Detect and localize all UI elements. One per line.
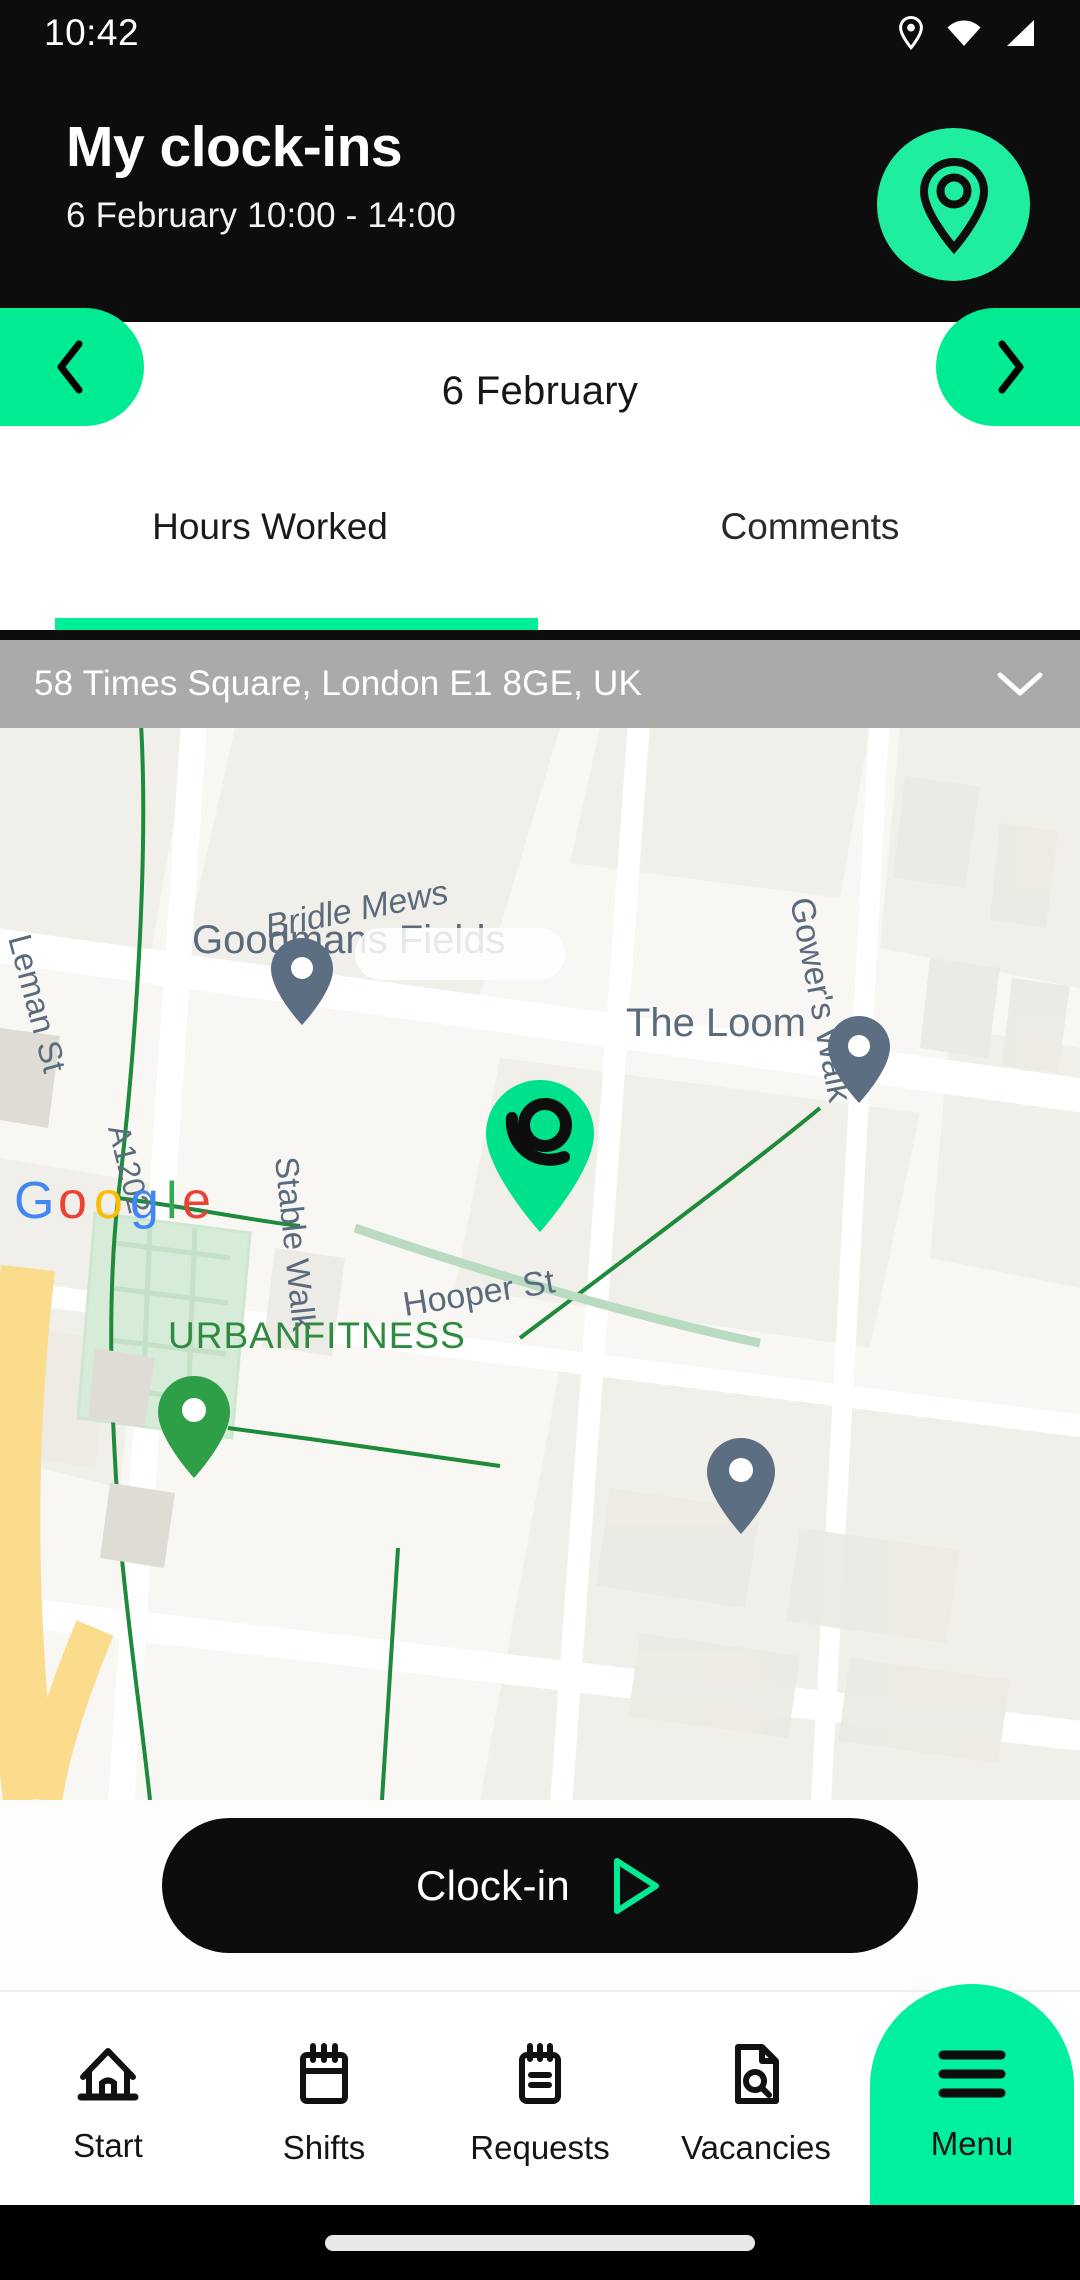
- phone-screen: 10:42 My clock-ins 6 February 10:00 - 14…: [0, 0, 1080, 2280]
- header-text-group: My clock-ins 6 February 10:00 - 14:00: [66, 115, 457, 236]
- map-canvas: Bridle Mews Gower's Walk Goodmans Fields…: [0, 728, 1080, 1800]
- bottom-navigation-bar: Start Shifts Requests Vacancies Menu: [0, 1990, 1080, 2205]
- date-navigation-bar: 6 February: [0, 308, 1080, 460]
- svg-text:G: G: [14, 1172, 54, 1230]
- google-attribution: G o o g l e: [14, 1172, 211, 1230]
- notepad-icon: [519, 2042, 561, 2104]
- chevron-left-icon: [57, 340, 83, 394]
- address-value: 58 Times Square, London E1 8GE, UK: [34, 664, 642, 703]
- page-subtitle: 6 February 10:00 - 14:00: [66, 195, 457, 235]
- tab-label: Hours Worked: [152, 506, 388, 547]
- gesture-navigation-bar: [0, 2205, 1080, 2280]
- location-pin-icon: [919, 157, 988, 254]
- nav-label: Requests: [470, 2128, 610, 2166]
- clock-in-section: Clock-in: [0, 1800, 1080, 1990]
- status-time: 10:42: [44, 12, 140, 53]
- clock-in-button[interactable]: Clock-in: [162, 1818, 918, 1953]
- chevron-right-icon: [998, 340, 1024, 394]
- nav-item-start[interactable]: Start: [0, 1992, 216, 2205]
- calendar-icon: [300, 2042, 348, 2104]
- current-date-label: 6 February: [441, 368, 639, 413]
- location-pin-icon: [899, 16, 923, 50]
- address-dropdown[interactable]: 58 Times Square, London E1 8GE, UK: [0, 640, 1080, 728]
- svg-text:o: o: [58, 1172, 87, 1230]
- page-title: My clock-ins: [66, 115, 403, 179]
- nav-item-menu[interactable]: Menu: [864, 1992, 1080, 2205]
- nav-label: Shifts: [282, 2128, 366, 2166]
- tab-bar: Hours Worked Comments: [0, 460, 1080, 630]
- nav-label: Start: [73, 2126, 143, 2164]
- active-tab-indicator: [55, 618, 538, 630]
- svg-text:l: l: [166, 1172, 178, 1230]
- home-icon: [77, 2047, 139, 2100]
- tab-comments[interactable]: Comments: [540, 460, 1080, 630]
- page-header: My clock-ins 6 February 10:00 - 14:00: [0, 66, 1080, 322]
- gesture-pill[interactable]: [325, 2234, 755, 2251]
- play-icon: [614, 1857, 660, 1914]
- next-date-button[interactable]: [936, 308, 1080, 426]
- nav-label: Menu: [930, 2124, 1014, 2162]
- map-view[interactable]: Bridle Mews Gower's Walk Goodmans Fields…: [0, 728, 1080, 1800]
- clock-in-label: Clock-in: [415, 1861, 571, 1909]
- hamburger-icon: [938, 2050, 1006, 2097]
- previous-date-button[interactable]: [0, 308, 144, 426]
- wifi-icon: [947, 20, 981, 46]
- nav-item-vacancies[interactable]: Vacancies: [648, 1992, 864, 2205]
- document-search-icon: [735, 2043, 779, 2104]
- chevron-down-icon: [997, 672, 1043, 696]
- status-bar: 10:42: [0, 0, 1080, 66]
- tab-label: Comments: [720, 506, 900, 547]
- svg-text:g: g: [130, 1172, 159, 1230]
- tab-hours-worked[interactable]: Hours Worked: [0, 460, 540, 630]
- location-fab-button[interactable]: [877, 128, 1030, 281]
- status-icon-group: [898, 16, 1036, 50]
- svg-text:o: o: [94, 1172, 123, 1230]
- nav-label: Vacancies: [681, 2128, 831, 2166]
- nav-item-shifts[interactable]: Shifts: [216, 1992, 432, 2205]
- nav-item-requests[interactable]: Requests: [432, 1992, 648, 2205]
- map-label-the-loom: The Loom: [626, 1001, 806, 1045]
- signal-icon: [1007, 20, 1034, 46]
- svg-text:e: e: [182, 1172, 211, 1230]
